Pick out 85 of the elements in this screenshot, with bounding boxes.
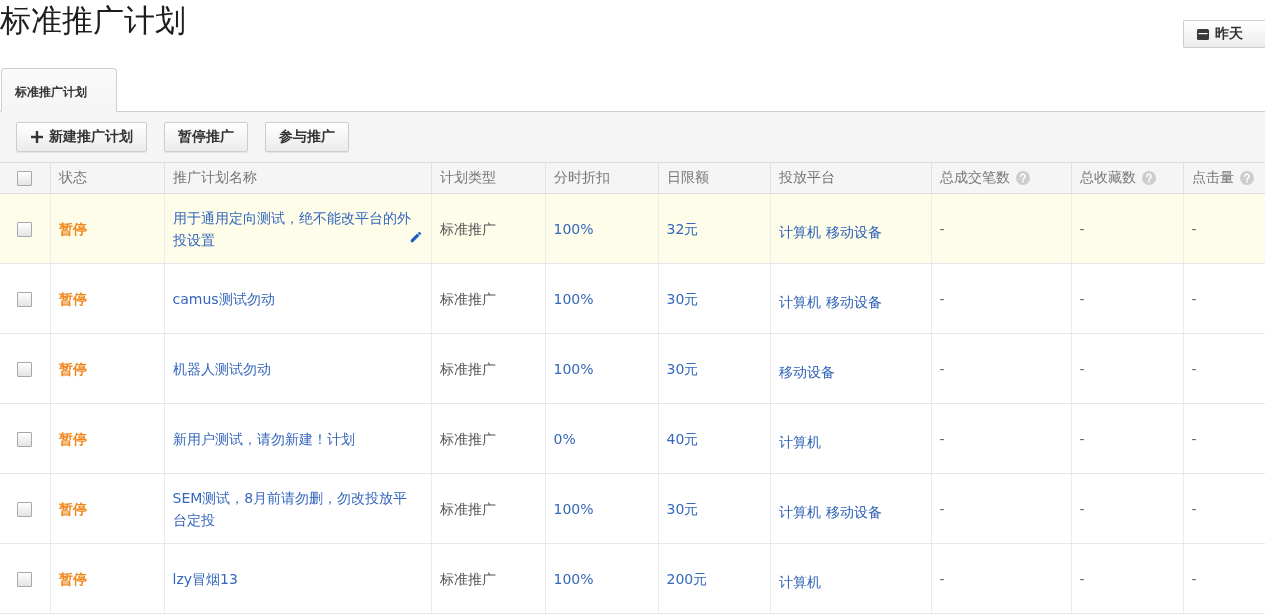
platform-link[interactable]: 移动设备 <box>825 293 882 310</box>
metric-cell: - <box>1183 403 1265 474</box>
metric-cell: - <box>1071 263 1183 334</box>
tab[interactable]: 标准推广计划 <box>1 68 117 112</box>
select-all-checkbox[interactable] <box>17 171 33 187</box>
plan-name-link[interactable]: 用于通用定向测试，绝不能改平台的外投设置 <box>172 206 421 251</box>
plan-type-cell: 标准推广 <box>431 193 545 264</box>
metric-cell: - <box>931 473 1071 544</box>
daily-limit-cell[interactable]: 200元 <box>658 543 770 614</box>
plan-name-link[interactable]: SEM测试，8月前请勿删，勿改投放平台定投 <box>172 486 421 531</box>
discount-cell[interactable]: 0% <box>545 403 658 474</box>
plan-name-link[interactable]: 新用户测试，请勿新建！计划 <box>172 427 421 450</box>
plus-icon <box>31 131 43 143</box>
status-cell: 暂停 <box>50 543 164 614</box>
plan-type-cell: 标准推广 <box>431 403 545 474</box>
platform-link[interactable]: 计算机 <box>778 223 821 240</box>
page-title: 标准推广计划 <box>0 1 186 40</box>
metric-cell: - <box>1183 263 1265 334</box>
add-button[interactable]: 新建推广计划 <box>16 122 147 152</box>
column-header: 计划类型 <box>439 169 496 187</box>
discount-cell[interactable]: 100% <box>545 263 658 334</box>
row-checkbox[interactable] <box>17 362 33 377</box>
metric-cell: - <box>931 403 1071 474</box>
status-cell: 暂停 <box>50 193 164 264</box>
row-checkbox[interactable] <box>17 572 33 587</box>
platform-link[interactable]: 移动设备 <box>825 503 882 520</box>
column-header: 分时折扣 <box>553 169 610 187</box>
plan-type-cell: 标准推广 <box>431 333 545 404</box>
platform-link[interactable]: 移动设备 <box>778 363 835 380</box>
daily-limit-cell[interactable]: 30元 <box>658 333 770 404</box>
row-checkbox[interactable] <box>17 432 33 447</box>
platform-link[interactable]: 计算机 <box>778 433 821 450</box>
help-icon[interactable] <box>1141 171 1156 185</box>
action-button[interactable]: 暂停推广 <box>164 122 248 152</box>
metric-cell: - <box>931 263 1071 334</box>
column-header: 总收藏数 <box>1079 169 1136 187</box>
status-cell: 暂停 <box>50 333 164 404</box>
column-header: 推广计划名称 <box>172 169 257 187</box>
calendar-icon <box>1197 28 1209 40</box>
discount-cell[interactable]: 100% <box>545 473 658 544</box>
platform-link[interactable]: 计算机 <box>778 573 821 590</box>
metric-cell: - <box>1071 333 1183 404</box>
row-checkbox[interactable] <box>17 502 33 517</box>
metric-cell: - <box>931 333 1071 404</box>
plan-name-link[interactable]: 机器人测试勿动 <box>172 357 421 380</box>
row-checkbox[interactable] <box>17 292 33 307</box>
column-header: 日限额 <box>666 169 709 187</box>
daily-limit-cell[interactable]: 40元 <box>658 403 770 474</box>
metric-cell: - <box>1183 333 1265 404</box>
plan-name-link[interactable]: camus测试勿动 <box>172 287 421 310</box>
column-header: 状态 <box>58 169 87 187</box>
metric-cell: - <box>1183 543 1265 614</box>
platform-link[interactable]: 计算机 <box>778 503 821 520</box>
metric-cell: - <box>931 193 1071 264</box>
metric-cell: - <box>1183 193 1265 264</box>
platform-link[interactable]: 计算机 <box>778 293 821 310</box>
discount-cell[interactable]: 100% <box>545 193 658 264</box>
metric-cell: - <box>1071 403 1183 474</box>
platform-link[interactable]: 移动设备 <box>825 223 882 240</box>
status-cell: 暂停 <box>50 403 164 474</box>
metric-cell: - <box>1071 543 1183 614</box>
metric-cell: - <box>1183 473 1265 544</box>
plan-type-cell: 标准推广 <box>431 543 545 614</box>
help-icon[interactable] <box>1015 171 1030 185</box>
discount-cell[interactable]: 100% <box>545 333 658 404</box>
plan-type-cell: 标准推广 <box>431 263 545 334</box>
metric-cell: - <box>931 543 1071 614</box>
metric-cell: - <box>1071 193 1183 264</box>
date-button[interactable]: 昨天 <box>1183 20 1265 48</box>
status-cell: 暂停 <box>50 473 164 544</box>
daily-limit-cell[interactable]: 30元 <box>658 473 770 544</box>
action-button[interactable]: 参与推广 <box>265 122 349 152</box>
daily-limit-cell[interactable]: 30元 <box>658 263 770 334</box>
column-header: 投放平台 <box>778 169 835 187</box>
status-cell: 暂停 <box>50 263 164 334</box>
column-header: 总成交笔数 <box>939 169 1010 187</box>
metric-cell: - <box>1071 473 1183 544</box>
plan-name-link[interactable]: lzy冒烟13 <box>172 567 421 590</box>
help-icon[interactable] <box>1239 171 1254 185</box>
discount-cell[interactable]: 100% <box>545 543 658 614</box>
daily-limit-cell[interactable]: 32元 <box>658 193 770 264</box>
plan-type-cell: 标准推广 <box>431 473 545 544</box>
column-header: 点击量 <box>1191 169 1234 187</box>
edit-pencil-icon[interactable] <box>408 230 423 244</box>
row-checkbox[interactable] <box>17 222 33 237</box>
